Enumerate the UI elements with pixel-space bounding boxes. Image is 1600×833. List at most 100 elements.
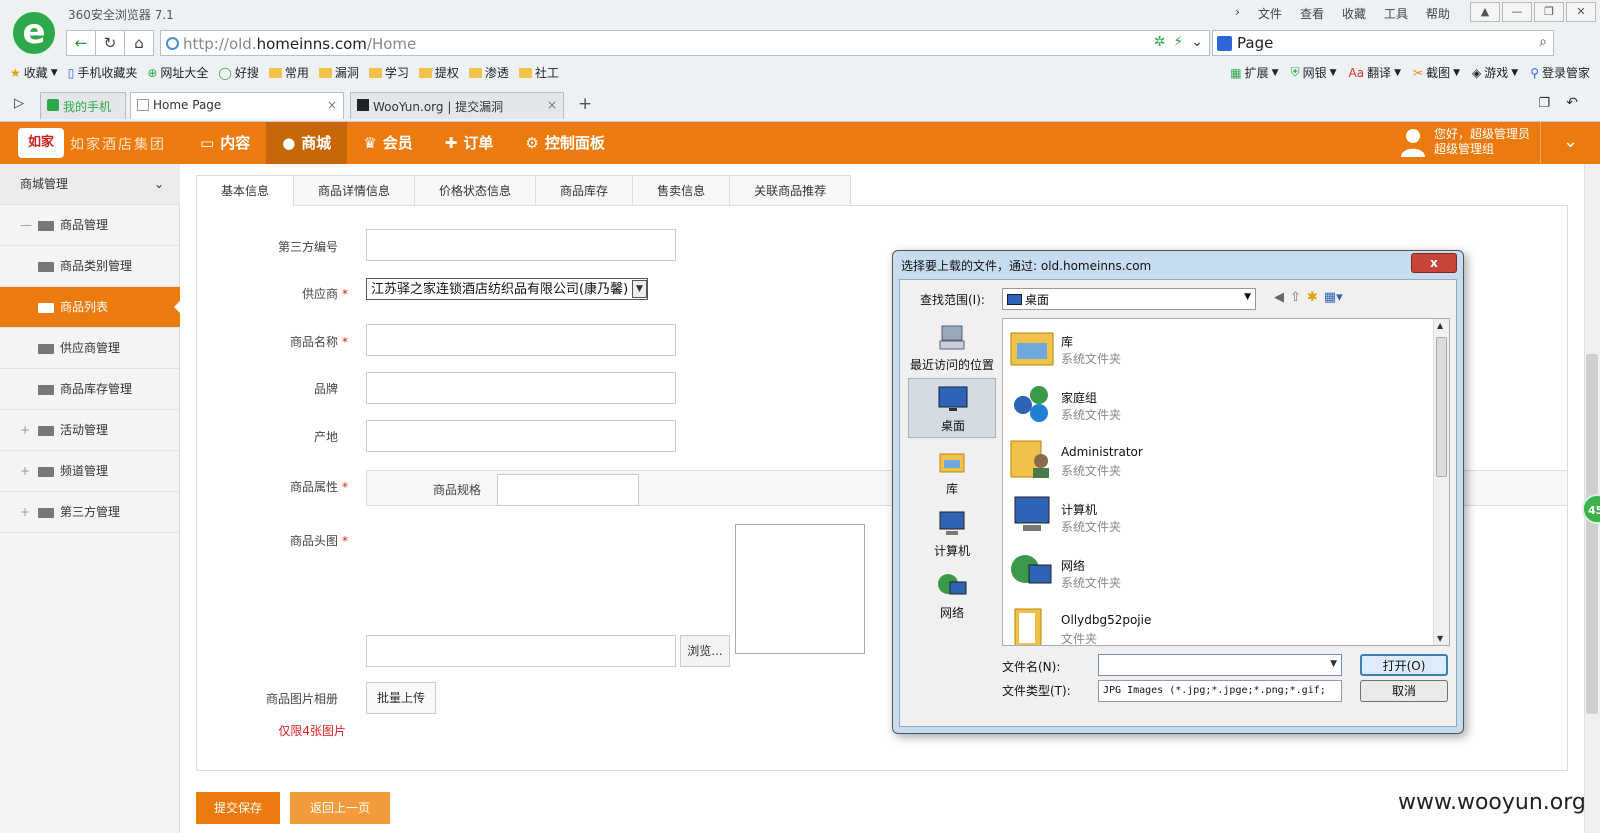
sidebar-item-channel-management[interactable]: + 频道管理 — [0, 451, 180, 492]
bookmark-pentest[interactable]: 渗透 — [468, 64, 509, 81]
screenshot-button[interactable]: ✂ 截图 ▼ — [1413, 64, 1460, 81]
back-button[interactable]: 返回上一页 — [290, 792, 390, 824]
menu-file[interactable]: 文件 — [1258, 5, 1282, 22]
games-button[interactable]: ◈ 游戏 ▼ — [1472, 64, 1518, 81]
nav-orders[interactable]: ✚ 订单 — [429, 122, 510, 164]
menu-view[interactable]: 查看 — [1300, 5, 1324, 22]
product-name-input[interactable] — [366, 324, 676, 356]
tab-price-status[interactable]: 价格状态信息 — [414, 175, 536, 206]
file-list-scrollbar-thumb[interactable] — [1436, 337, 1447, 477]
translate-button[interactable]: Aa 翻译 ▼ — [1349, 64, 1402, 81]
chevron-down-icon[interactable]: ▼ — [1330, 659, 1337, 669]
sidebar-section-mall[interactable]: 商城管理 ⌄ — [0, 164, 180, 205]
list-item[interactable]: Administrator 系统文件夹 — [1009, 431, 1429, 487]
home-icon[interactable]: ⌂ — [124, 30, 154, 56]
sidebar-item-category-management[interactable]: 商品类别管理 — [0, 246, 180, 287]
close-icon[interactable]: x — [1411, 253, 1457, 273]
tab-related-products[interactable]: 关联商品推荐 — [729, 175, 852, 206]
tab-wooyun[interactable]: WooYun.org | 提交漏洞 × — [350, 92, 564, 119]
extensions-button[interactable]: ▦ 扩展 ▼ — [1230, 64, 1278, 81]
supplier-select[interactable]: 江苏驿之家连锁酒店纺织品有限公司(康乃馨) — [366, 278, 648, 300]
tab-sales-info[interactable]: 售卖信息 — [632, 175, 730, 206]
sidebar-item-inventory-management[interactable]: 商品库存管理 — [0, 369, 180, 410]
skin-icon[interactable]: ▲ — [1470, 2, 1500, 22]
undo-close-icon[interactable]: ↶ — [1566, 95, 1578, 111]
browse-button[interactable]: 浏览... — [680, 635, 730, 667]
bookmark-haosou[interactable]: ◯ 好搜 — [218, 64, 258, 81]
sidebar-toggle-icon[interactable]: ▷ — [14, 96, 24, 111]
batch-upload-button[interactable]: 批量上传 — [366, 682, 436, 714]
menu-help[interactable]: 帮助 — [1426, 5, 1450, 22]
address-bar[interactable]: http://old.homeinns.com/Home ✲ ⚡ ⌄ — [160, 30, 1210, 56]
chevron-right-icon[interactable]: › — [1235, 5, 1240, 22]
tab-detail-info[interactable]: 商品详情信息 — [293, 175, 415, 206]
new-tab-icon[interactable]: + — [578, 94, 592, 114]
close-window-icon[interactable]: ✕ — [1566, 2, 1596, 22]
minimize-icon[interactable]: — — [1502, 2, 1532, 22]
up-folder-icon[interactable]: ⇧ — [1290, 290, 1301, 305]
list-item[interactable]: 库 系统文件夹 — [1009, 319, 1429, 375]
brand-input[interactable] — [366, 372, 676, 404]
nav-mall[interactable]: ● 商城 — [266, 122, 348, 164]
bookmark-social[interactable]: 社工 — [518, 64, 559, 81]
bookmark-sites[interactable]: ⊕ 网址大全 — [147, 64, 208, 81]
cancel-button[interactable]: 取消 — [1360, 680, 1448, 702]
scroll-down-icon[interactable]: ▼ — [1437, 634, 1443, 643]
list-item[interactable]: 计算机 系统文件夹 — [1009, 487, 1429, 543]
login-manager-button[interactable]: ⚲ 登录管家 — [1530, 64, 1590, 81]
sidebar-item-product-list[interactable]: 商品列表 — [0, 287, 181, 328]
close-tab-icon[interactable]: × — [327, 98, 337, 112]
lightning-icon[interactable]: ⚡ — [1173, 34, 1183, 50]
chevron-down-icon[interactable]: ⌄ — [1191, 34, 1203, 50]
address-url[interactable]: http://old.homeinns.com/Home — [183, 35, 416, 53]
bookmark-mobile[interactable]: ▯ 手机收藏夹 — [68, 64, 138, 81]
tab-my-phone[interactable]: 我的手机 — [40, 92, 126, 119]
place-computer[interactable]: 计算机 — [908, 504, 996, 564]
chevron-down-icon[interactable]: ▼ — [632, 280, 647, 298]
tab-home-page[interactable]: Home Page × — [130, 92, 344, 119]
sidebar-item-activity-management[interactable]: + 活动管理 — [0, 410, 180, 451]
lookin-select[interactable]: 桌面 ▼ — [1002, 288, 1256, 310]
restore-icon[interactable]: ❐ — [1534, 2, 1564, 22]
new-folder-icon[interactable]: ✱ — [1307, 290, 1318, 305]
filetype-select[interactable]: JPG Images (*.jpg;*.jpge;*.png;*.gif; — [1098, 680, 1342, 702]
search-icon[interactable]: ⌕ — [1539, 34, 1547, 50]
bookmark-vulns[interactable]: 漏洞 — [318, 64, 359, 81]
page-scrollbar-thumb[interactable] — [1586, 354, 1598, 714]
view-menu-icon[interactable]: ▦▾ — [1324, 290, 1343, 305]
list-item[interactable]: 网络 系统文件夹 — [1009, 543, 1429, 599]
filename-input[interactable]: ▼ — [1098, 654, 1342, 676]
nav-content[interactable]: ▭ 内容 — [184, 122, 266, 164]
list-item[interactable]: Ollydbg52pojie 文件夹 — [1009, 599, 1429, 645]
security-check-icon[interactable]: ✲ — [1154, 34, 1166, 50]
spec-input[interactable] — [497, 474, 639, 506]
tab-basic-info[interactable]: 基本信息 — [196, 175, 294, 206]
back-icon[interactable]: ◀ — [1274, 290, 1284, 305]
bank-button[interactable]: ⛨ 网银 ▼ — [1291, 64, 1337, 81]
tab-inventory[interactable]: 商品库存 — [535, 175, 633, 206]
bookmark-privesc[interactable]: 提权 — [418, 64, 459, 81]
submit-save-button[interactable]: 提交保存 — [196, 792, 280, 824]
open-button[interactable]: 打开(O) — [1360, 654, 1448, 676]
bookmark-common[interactable]: 常用 — [268, 64, 309, 81]
place-network[interactable]: 网络 — [908, 566, 996, 626]
menu-favorites[interactable]: 收藏 — [1342, 5, 1366, 22]
third-party-code-input[interactable] — [366, 229, 676, 261]
sidebar-item-product-management[interactable]: — 商品管理 — [0, 205, 180, 246]
sidebar-item-third-party-management[interactable]: + 第三方管理 — [0, 492, 180, 533]
nav-control-panel[interactable]: ⚙ 控制面板 — [509, 122, 620, 164]
sidebar-item-supplier-management[interactable]: 供应商管理 — [0, 328, 180, 369]
restore-tabs-icon[interactable]: ❐ — [1538, 96, 1550, 111]
refresh-icon[interactable]: ↻ — [95, 30, 125, 56]
close-tab-icon[interactable]: × — [547, 98, 557, 112]
file-path-input[interactable] — [366, 635, 676, 667]
user-area[interactable]: 您好，超级管理员 超级管理组 — [1400, 127, 1530, 157]
menu-tools[interactable]: 工具 — [1384, 5, 1408, 22]
back-arrow-icon[interactable]: ← — [66, 30, 96, 56]
bookmark-favorites[interactable]: ★ 收藏 ▼ — [10, 64, 58, 81]
place-desktop[interactable]: 桌面 — [908, 378, 996, 438]
origin-input[interactable] — [366, 420, 676, 452]
baidu-paw-icon[interactable] — [1217, 36, 1232, 51]
file-list-scrollbar[interactable]: ▲ ▼ — [1433, 319, 1449, 645]
place-recent[interactable]: 最近访问的位置 — [908, 318, 996, 378]
